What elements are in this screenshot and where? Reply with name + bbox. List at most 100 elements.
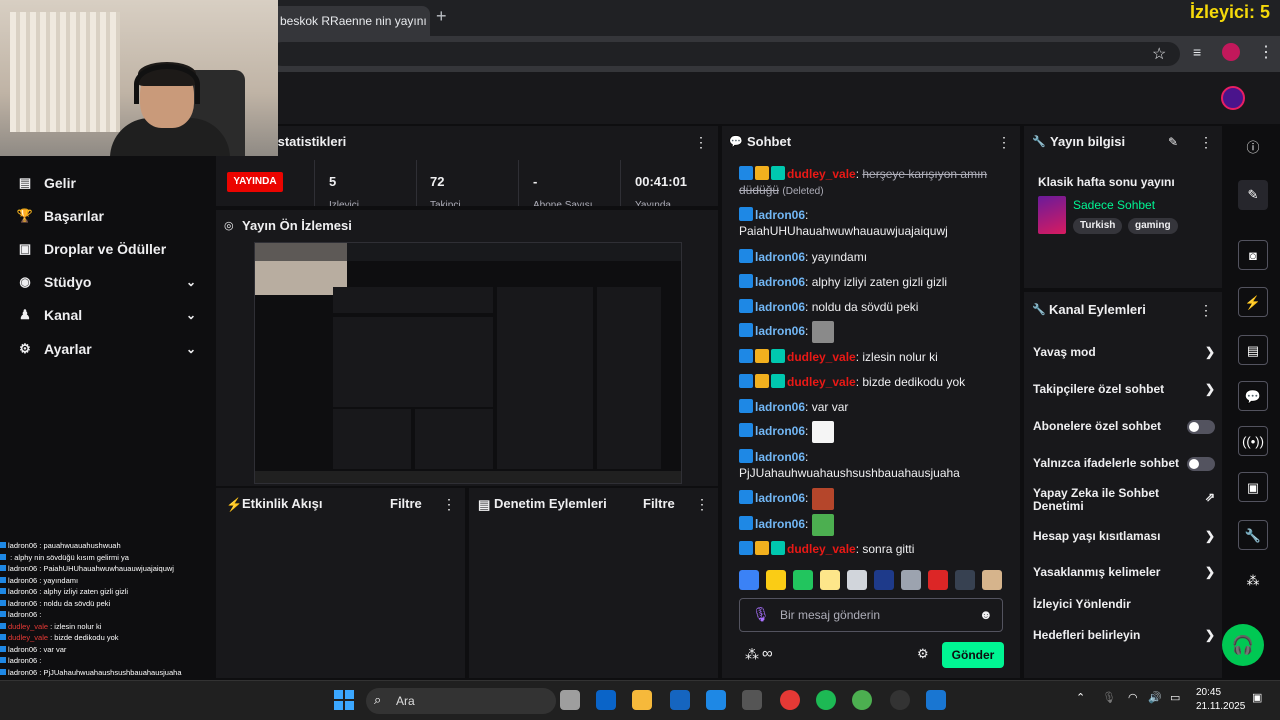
emote-suggestion[interactable] (739, 570, 759, 590)
chat-message[interactable]: ladron06: var var (739, 399, 1009, 415)
windows-start-icon[interactable] (334, 690, 354, 710)
chat-username[interactable]: dudley_vale (787, 375, 856, 389)
chat-username[interactable]: ladron06 (755, 517, 805, 531)
category-name[interactable]: Sadece Sohbet (1073, 198, 1155, 212)
wifi-icon[interactable]: ◠ (1128, 691, 1138, 704)
headset-help-icon[interactable]: 🎧 (1222, 624, 1264, 666)
add-action-icon[interactable]: ⁂ (1238, 566, 1268, 596)
emote-suggestion[interactable] (955, 570, 975, 590)
channel-action-item[interactable]: Abonelere özel sohbet (1033, 420, 1215, 434)
chat-action-icon[interactable]: 💬 (1238, 381, 1268, 411)
channel-actions-more-icon[interactable]: ⋮ (1199, 302, 1213, 319)
raid-icon[interactable]: ▣ (1238, 472, 1268, 502)
lightning-icon[interactable]: ⚡ (1238, 287, 1268, 317)
broadcast-icon[interactable]: ((•)) (1238, 426, 1268, 456)
chat-message[interactable]: ladron06: (739, 421, 1009, 443)
profile-avatar[interactable] (1221, 86, 1245, 110)
bits-icon[interactable]: ⁂ (745, 646, 759, 663)
emote-suggestion[interactable] (874, 570, 894, 590)
new-tab-button[interactable]: + (436, 6, 456, 27)
emote-suggestion[interactable] (847, 570, 867, 590)
chat-message[interactable]: dudley_vale: herşeye karışıyon amın düdü… (739, 166, 1009, 200)
sidebar-item-0[interactable]: ▤ Gelir (16, 168, 206, 198)
emote-suggestion[interactable] (928, 570, 948, 590)
sidebar-item-4[interactable]: ♟ Kanal ⌄ (16, 300, 206, 330)
notes-icon[interactable]: ▤ (1238, 335, 1268, 365)
chat-username[interactable]: ladron06 (755, 275, 805, 289)
chat-message[interactable]: ladron06: (739, 488, 1009, 510)
channel-action-item[interactable]: Hedefleri belirleyin ❯ (1033, 629, 1215, 642)
chat-username[interactable]: ladron06 (755, 208, 805, 222)
chat-message[interactable]: ladron06: (739, 514, 1009, 536)
tag-turkish[interactable]: Turkish (1073, 218, 1123, 234)
obs-icon[interactable] (890, 690, 910, 710)
sidebar-item-1[interactable]: 🏆 Başarılar (16, 201, 206, 231)
clock-date[interactable]: 21.11.2025 (1196, 701, 1245, 712)
tag-gaming[interactable]: gaming (1128, 218, 1178, 234)
chat-username[interactable]: ladron06 (755, 250, 805, 264)
browser-tab[interactable]: beskok RRaenne nin yayını (270, 6, 430, 36)
browser-profile-icon[interactable] (1222, 43, 1240, 61)
outlook-icon[interactable] (596, 690, 616, 710)
app-icon[interactable] (742, 690, 762, 710)
channel-action-item[interactable]: Hesap yaşı kısıtlaması ❯ (1033, 530, 1215, 543)
emote-suggestion[interactable] (793, 570, 813, 590)
chat-message[interactable]: dudley_vale: izlesin nolur ki (739, 349, 1009, 365)
emote-suggestion[interactable] (982, 570, 1002, 590)
edit-stream-icon[interactable]: ✎ (1238, 180, 1268, 210)
media-control-icon[interactable]: ≡ (1193, 44, 1201, 60)
chat-settings-icon[interactable]: ⚙ (917, 646, 929, 662)
channel-action-item[interactable]: Yasaklanmış kelimeler ❯ (1033, 566, 1215, 579)
emote-suggestion[interactable] (820, 570, 840, 590)
channel-action-item[interactable]: İzleyici Yönlendir (1033, 598, 1215, 611)
channel-action-item[interactable]: Yalnızca ifadelerle sohbet (1033, 457, 1215, 471)
chrome-icon[interactable] (780, 690, 800, 710)
chat-username[interactable]: ladron06 (755, 324, 805, 338)
channel-action-item[interactable]: Yapay Zeka ile Sohbet Denetimi ⇗ (1033, 487, 1215, 513)
emote-suggestion[interactable] (901, 570, 921, 590)
emote-image[interactable] (811, 488, 834, 510)
emoji-picker-icon[interactable]: ☻ (979, 607, 993, 622)
emote-image[interactable] (811, 421, 834, 443)
file-manager-icon[interactable] (560, 690, 580, 710)
chat-username[interactable]: ladron06 (755, 300, 805, 314)
clip-icon[interactable]: ◙ (1238, 240, 1268, 270)
wrench-tool-icon[interactable]: 🔧 (1238, 520, 1268, 550)
volume-icon[interactable]: 🔊 (1148, 691, 1162, 704)
address-input[interactable] (270, 42, 1180, 66)
chat-username[interactable]: ladron06 (755, 491, 805, 505)
chat-username[interactable]: ladron06 (755, 400, 805, 414)
info-icon[interactable]: ⓘ (1238, 133, 1268, 163)
channel-action-item[interactable]: Takipçilere özel sohbet ❯ (1033, 383, 1215, 396)
edit-app-icon[interactable] (670, 690, 690, 710)
tray-chevron-icon[interactable]: ⌃ (1076, 691, 1085, 704)
chat-username[interactable]: dudley_vale (787, 167, 856, 181)
activity-filter-button[interactable]: Filtre (390, 496, 422, 511)
mod-more-icon[interactable]: ⋮ (695, 496, 709, 513)
sidebar-item-5[interactable]: ⚙ Ayarlar ⌄ (16, 334, 206, 364)
sidebar-item-2[interactable]: ▣ Droplar ve Ödüller (16, 234, 206, 264)
emote-suggestion[interactable] (766, 570, 786, 590)
taskbar-search[interactable] (366, 688, 556, 714)
chat-more-icon[interactable]: ⋮ (997, 134, 1011, 151)
stream-preview-video[interactable] (254, 242, 682, 484)
chrome-profile-icon[interactable] (852, 690, 872, 710)
sidebar-item-3[interactable]: ◉ Stüdyo ⌄ (16, 267, 206, 297)
chat-message[interactable]: ladron06: noldu da sövdü peki (739, 299, 1009, 315)
spotify-icon[interactable] (816, 690, 836, 710)
send-button[interactable]: Gönder (942, 642, 1004, 668)
chat-username[interactable]: ladron06 (755, 450, 805, 464)
browser-menu-icon[interactable]: ⋮ (1258, 42, 1274, 62)
toggle-switch[interactable] (1187, 457, 1215, 471)
bookmark-star-icon[interactable]: ☆ (1152, 44, 1166, 64)
stats-more-icon[interactable]: ⋮ (694, 134, 708, 151)
notification-icon[interactable]: ▣ (1252, 691, 1262, 704)
store-icon[interactable] (706, 690, 726, 710)
clock-time[interactable]: 20:45 (1196, 687, 1221, 698)
activity-more-icon[interactable]: ⋮ (442, 496, 456, 513)
chat-username[interactable]: dudley_vale (787, 350, 856, 364)
vpn-icon[interactable] (926, 690, 946, 710)
chat-message[interactable]: ladron06: PaiahUHUhauahwuwhauauwjuajaiqu… (739, 207, 1009, 239)
mod-filter-button[interactable]: Filtre (643, 496, 675, 511)
chat-username[interactable]: dudley_vale (787, 542, 856, 556)
